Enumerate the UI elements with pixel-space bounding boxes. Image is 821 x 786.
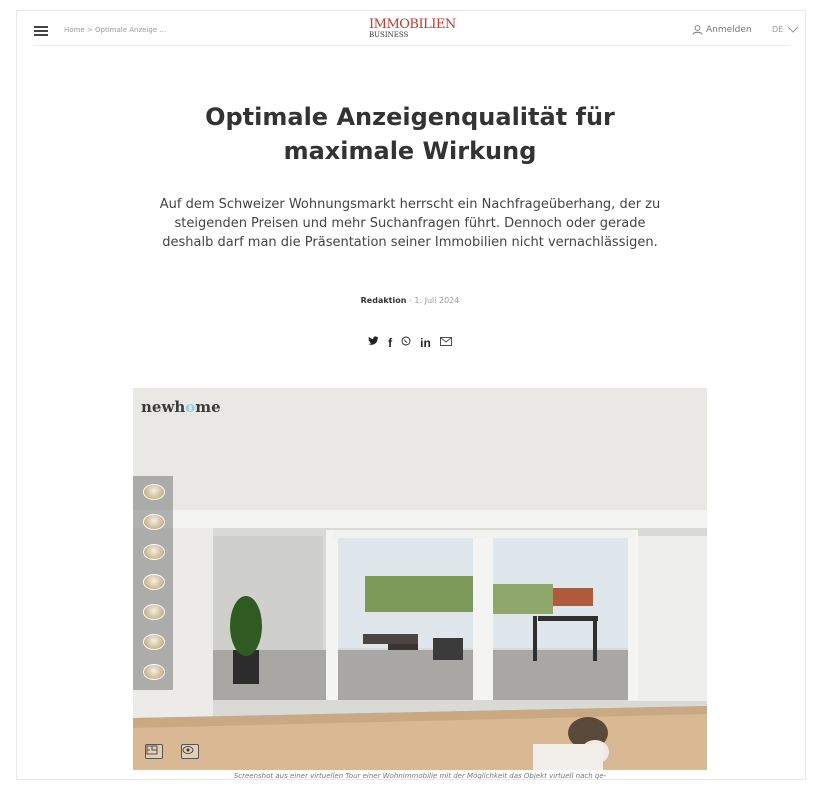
article-title: Optimale Anzeigenqualität für maximale W… — [205, 103, 615, 165]
site-header: Home > Optimale Anzeige ... IMMOBILIEN B… — [0, 0, 821, 56]
facebook-icon[interactable]: f — [388, 337, 392, 349]
breadcrumb-separator: > — [86, 26, 93, 34]
tour-room-rail — [133, 476, 173, 690]
login-button[interactable]: Anmelden — [692, 25, 752, 35]
twitter-icon[interactable] — [368, 336, 379, 349]
whatsapp-icon[interactable] — [401, 336, 411, 349]
user-icon — [692, 25, 703, 35]
room-scene — [133, 388, 707, 770]
linkedin-icon[interactable]: in — [420, 337, 431, 349]
language-label: DE — [772, 25, 784, 34]
login-label: Anmelden — [706, 25, 752, 35]
room-thumb-1[interactable] — [143, 484, 167, 511]
share-bar: f in — [360, 336, 460, 349]
hero-virtual-tour[interactable]: newhome — [133, 388, 707, 770]
room-thumb-4[interactable] — [143, 574, 167, 601]
breadcrumb-home[interactable]: Home — [64, 26, 85, 34]
image-caption: Screenshot aus einer virtuellen Tour ein… — [233, 772, 607, 780]
site-logo[interactable]: IMMOBILIEN BUSINESS — [369, 18, 459, 42]
vr-view-icon[interactable] — [181, 744, 199, 759]
logo-line1: IMMOBILIEN — [369, 17, 456, 32]
room-thumb-2[interactable] — [143, 514, 167, 541]
room-thumb-5[interactable] — [143, 604, 167, 631]
room-thumb-3[interactable] — [143, 544, 167, 571]
room-thumb-6[interactable] — [143, 634, 167, 661]
header-divider — [34, 45, 790, 46]
publish-date: 1. Juli 2024 — [414, 296, 460, 305]
newhome-logo: newhome — [141, 398, 221, 416]
byline: Redaktion - 1. Juli 2024 — [260, 296, 560, 305]
language-select[interactable]: DE — [772, 25, 799, 34]
mail-icon[interactable] — [439, 336, 452, 349]
logo-line2: BUSINESS — [369, 31, 409, 39]
menu-icon[interactable] — [34, 26, 48, 36]
article-lead: Auf dem Schweizer Wohnungsmarkt herrscht… — [159, 197, 661, 250]
floorplan-icon[interactable] — [145, 744, 163, 759]
breadcrumb-current: Optimale Anzeige ... — [95, 26, 167, 34]
author-name[interactable]: Redaktion — [361, 296, 407, 305]
breadcrumb: Home > Optimale Anzeige ... — [64, 26, 166, 34]
chevron-down-icon — [787, 26, 799, 33]
room-thumb-7[interactable] — [143, 664, 167, 691]
